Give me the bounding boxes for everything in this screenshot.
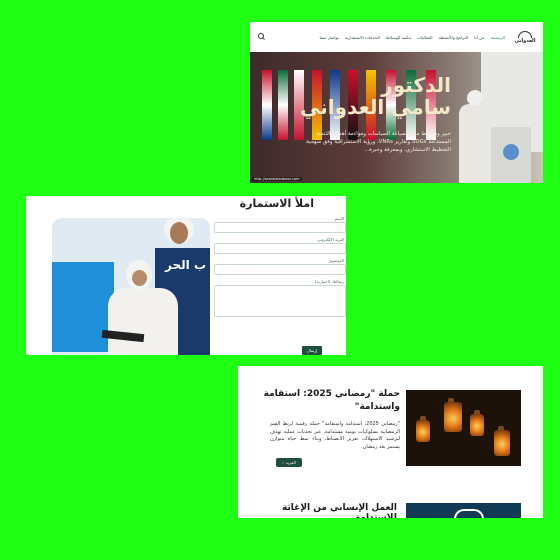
banner-blue <box>52 262 114 352</box>
submit-button[interactable]: إرسال <box>302 346 322 355</box>
image-caption: http://sameialadwani.com <box>252 177 302 181</box>
news-title-2[interactable]: العمل الإنساني من الإغاثة للاستدامة <box>238 503 397 518</box>
news-card: حملة "رمضاني 2025: استقامة واستدامة" "رم… <box>238 366 543 518</box>
background-person <box>146 218 206 258</box>
flag-image <box>278 70 288 140</box>
message-label: رسالتك (اختيارية) <box>314 279 344 284</box>
menu-item-media[interactable]: مكتبة الوسائط <box>386 35 411 40</box>
menu-item-programs[interactable]: البرامج والأنشطة <box>439 35 469 40</box>
logo-mark-icon <box>518 30 532 38</box>
logo-text: العدواني <box>514 37 536 44</box>
form-fields: الاسم البريد الإلكتروني الموضوع رسالتك (… <box>212 216 346 317</box>
hero-banner: الدكتور سامي العدواني خبير ومخطط ملهم بص… <box>250 52 543 183</box>
person-body <box>108 288 178 355</box>
main-menu: الرئيسية من أنا البرامج والأنشطة الفعالي… <box>268 35 506 40</box>
news-body: "رمضاني 2025: استدامة واستقامة" حملة رقم… <box>270 421 400 450</box>
subject-input[interactable] <box>214 264 346 275</box>
form-photo: ب الحر <box>52 218 210 355</box>
search-icon[interactable] <box>256 31 268 43</box>
name-input[interactable] <box>214 222 346 233</box>
email-label: البريد الإلكتروني <box>317 237 344 242</box>
menu-item-home[interactable]: الرئيسية <box>491 35 505 40</box>
menu-item-contact[interactable]: تواصل معنا <box>320 35 339 40</box>
banner-text: ب الحر <box>165 258 206 272</box>
read-more-button[interactable]: المزيد ‹ <box>276 458 302 467</box>
news-title[interactable]: حملة "رمضاني 2025: استقامة واستدامة" <box>240 388 400 414</box>
name-label: الاسم <box>334 216 344 221</box>
hero-description: خبير ومخطط ملهم بصياغة السياسات ومواءمة … <box>306 131 451 153</box>
ramadan-lanterns-image[interactable] <box>406 390 521 466</box>
site-logo[interactable]: العدواني <box>513 30 537 44</box>
form-title: املأ الاستمارة <box>239 197 314 210</box>
hero-title-line2: سامي العدواني <box>300 95 451 119</box>
flag-image <box>262 70 272 140</box>
hero-title: الدكتور سامي العدواني <box>300 74 451 118</box>
hero-card: العدواني الرئيسية من أنا البرامج والأنشط… <box>250 22 543 183</box>
speaker-photo <box>457 90 493 183</box>
menu-item-about[interactable]: من أنا <box>474 35 484 40</box>
menu-item-consulting[interactable]: الخدمات الاستشارية <box>345 35 380 40</box>
email-input[interactable] <box>214 243 346 254</box>
site-nav: العدواني الرئيسية من أنا البرامج والأنشط… <box>250 22 543 52</box>
hero-title-line1: الدكتور <box>381 73 451 97</box>
subject-label: الموضوع <box>329 258 344 263</box>
menu-item-events[interactable]: الفعاليات <box>417 35 433 40</box>
person-face <box>132 270 147 286</box>
contact-form-card: املأ الاستمارة ب الحر الاسم البريد الإلك… <box>26 196 346 355</box>
message-textarea[interactable] <box>214 285 346 317</box>
arrow-left-icon: ‹ <box>282 460 284 465</box>
un-emblem-icon <box>503 144 519 160</box>
read-more-label: المزيد <box>285 460 296 465</box>
news-image[interactable] <box>406 503 521 518</box>
